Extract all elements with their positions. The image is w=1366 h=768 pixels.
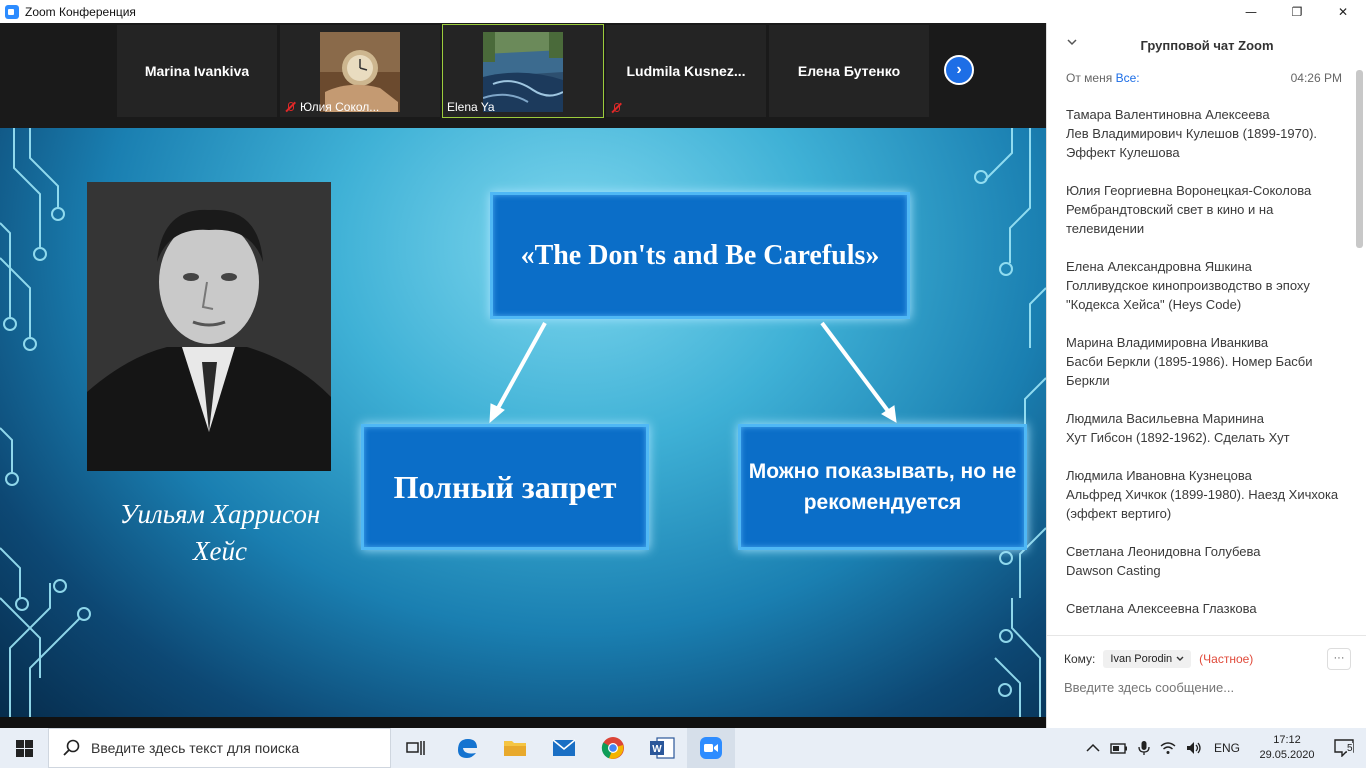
- close-button[interactable]: ✕: [1320, 0, 1366, 23]
- participant-tile[interactable]: Юлия Сокол...: [280, 25, 440, 117]
- chat-message: Светлана Алексеевна Глазкова: [1066, 601, 1257, 616]
- chevron-up-icon[interactable]: [1086, 743, 1100, 753]
- next-page-button[interactable]: ›: [944, 55, 974, 85]
- language-indicator[interactable]: ENG: [1214, 741, 1240, 755]
- window-title: Zoom Конференция: [25, 4, 136, 19]
- chrome-icon: [601, 737, 624, 759]
- participant-tile-active[interactable]: Elena Ya: [442, 24, 604, 118]
- participant-tile[interactable]: Marina Ivankiva: [117, 25, 277, 117]
- chat-message: Людмила Ивановна Кузнецова Альфред Хичкок…: [1066, 468, 1339, 521]
- word-icon: W: [650, 737, 675, 759]
- search-placeholder: Введите здесь текст для поиска: [91, 740, 300, 756]
- chevron-down-icon: [1176, 656, 1184, 661]
- mail-icon: [552, 739, 576, 756]
- participant-strip: Marina Ivankiva Юлия Сокол... Elena Ya L…: [0, 23, 1046, 128]
- wifi-icon[interactable]: [1160, 741, 1176, 755]
- participant-name: Ludmila Kusnez...: [626, 63, 746, 79]
- shared-screen-slide: Уильям Харрисон Хейс «The Don'ts and Be …: [0, 128, 1046, 717]
- chat-message-input[interactable]: [1064, 680, 1344, 695]
- to-prefix: Кому:: [1064, 652, 1096, 666]
- chat-scrollbar[interactable]: [1356, 70, 1363, 633]
- clock-time: 17:12: [1273, 734, 1301, 746]
- taskbar-search[interactable]: Введите здесь текст для поиска: [48, 728, 391, 768]
- to-all-label[interactable]: Все:: [1116, 71, 1140, 85]
- participant-video: [483, 32, 563, 112]
- scrollbar-thumb[interactable]: [1356, 70, 1363, 248]
- taskbar: Введите здесь текст для поиска W ENG 17:…: [0, 728, 1366, 768]
- chat-message: Елена Александровна Яшкина Голливудское к…: [1066, 259, 1310, 312]
- chat-title: Групповой чат Zoom: [1140, 38, 1274, 53]
- chrome-button[interactable]: [589, 728, 637, 768]
- participant-label: Юлия Сокол...: [284, 100, 379, 114]
- chat-header: Групповой чат Zoom: [1047, 23, 1366, 68]
- clock-date: 29.05.2020: [1259, 749, 1315, 761]
- participant-tile[interactable]: Елена Бутенко: [769, 25, 929, 117]
- notification-center-button[interactable]: 5: [1322, 728, 1366, 768]
- task-view-icon: [406, 741, 425, 755]
- chat-panel: Групповой чат Zoom От меня Все: 04:26 PM…: [1046, 23, 1366, 728]
- title-bar: Zoom Конференция — ❐ ✕: [0, 0, 1366, 23]
- notification-count: 5: [1347, 743, 1353, 754]
- file-explorer-button[interactable]: [491, 728, 539, 768]
- chat-message: Тамара Валентиновна Алексеева Лев Владими…: [1066, 107, 1318, 160]
- muted-mic-icon: [610, 102, 622, 114]
- chat-compose-area: Кому: Ivan Porodin (Частное) ···: [1047, 635, 1366, 728]
- chevron-right-icon: ›: [956, 61, 962, 78]
- chat-message: Марина Владимировна Иванкива Басби Беркли…: [1066, 335, 1313, 388]
- participant-name: Marina Ivankiva: [144, 63, 250, 79]
- message-time: 04:26 PM: [1290, 71, 1342, 85]
- more-options-button[interactable]: ···: [1327, 648, 1351, 670]
- start-button[interactable]: [0, 728, 48, 768]
- battery-icon[interactable]: [1110, 741, 1128, 755]
- chat-message: Светлана Леонидовна Голубева Dawson Casti…: [1066, 544, 1261, 578]
- chevron-down-icon[interactable]: [1067, 37, 1077, 47]
- recipient-dropdown[interactable]: Ivan Porodin: [1103, 650, 1192, 668]
- chat-message: Людмила Васильевна Маринина Хут Гибсон (1…: [1066, 411, 1290, 445]
- edge-browser-button[interactable]: [443, 728, 491, 768]
- maximize-button[interactable]: ❐: [1274, 0, 1320, 23]
- participant-label: Elena Ya: [447, 100, 495, 114]
- chat-messages: Тамара Валентиновна Алексеева Лев Владими…: [1066, 105, 1346, 632]
- participant-tile[interactable]: Ludmila Kusnez...: [606, 25, 766, 117]
- zoom-icon: [5, 4, 19, 19]
- microphone-icon[interactable]: [1138, 740, 1150, 756]
- zoom-icon: [700, 737, 722, 759]
- private-label: (Частное): [1199, 652, 1254, 666]
- search-icon: [63, 739, 80, 756]
- svg-text:W: W: [652, 744, 662, 755]
- clock[interactable]: 17:12 29.05.2020: [1252, 733, 1322, 763]
- slide-bottom-bar: [0, 717, 1046, 728]
- muted-mic-icon: [284, 101, 296, 113]
- from-label: От меня: [1066, 71, 1113, 85]
- edge-icon: [458, 739, 477, 758]
- windows-logo-icon: [15, 739, 33, 757]
- chat-message: Юлия Георгиевна Воронецкая-Соколова Рембр…: [1066, 183, 1312, 236]
- participant-name: Елена Бутенко: [797, 63, 901, 79]
- recipient-row: Кому: Ivan Porodin (Частное): [1064, 650, 1253, 668]
- participant-label: [610, 102, 622, 114]
- volume-icon[interactable]: [1186, 741, 1202, 755]
- task-view-button[interactable]: [392, 728, 440, 768]
- message-meta: От меня Все: 04:26 PM: [1066, 71, 1342, 85]
- system-tray: ENG 17:12 29.05.2020 5: [1086, 728, 1366, 768]
- zoom-taskbar-button[interactable]: [687, 728, 735, 768]
- mail-button[interactable]: [540, 728, 588, 768]
- minimize-button[interactable]: —: [1228, 0, 1274, 23]
- diagram-arrows: [489, 321, 897, 424]
- window-controls: — ❐ ✕: [1228, 0, 1366, 23]
- folder-icon: [504, 741, 526, 756]
- word-button[interactable]: W: [638, 728, 686, 768]
